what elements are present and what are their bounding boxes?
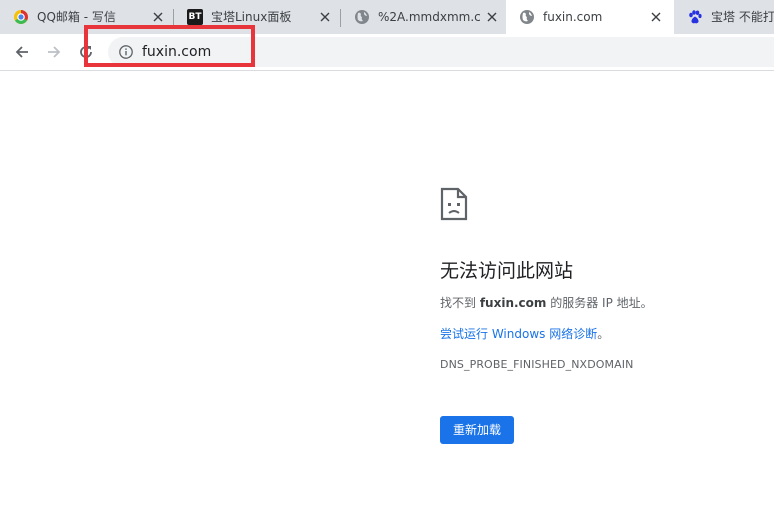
error-description: 找不到 fuxin.com 的服务器 IP 地址。 <box>440 296 653 310</box>
close-icon[interactable] <box>318 10 332 24</box>
tab-strip: QQ邮箱 - 写信 BT 宝塔Linux面板 %2A.mmdxmm.co fux… <box>0 0 774 34</box>
tab-title: 宝塔 不能打开 <box>711 10 774 24</box>
error-page: 无法访问此网站 找不到 fuxin.com 的服务器 IP 地址。 尝试运行 W… <box>0 71 774 511</box>
back-arrow-icon[interactable] <box>10 40 34 64</box>
baidu-paw-icon <box>687 9 703 25</box>
tab-title: fuxin.com <box>543 10 603 24</box>
globe-icon <box>519 9 535 25</box>
error-title: 无法访问此网站 <box>440 260 574 282</box>
network-diagnostics-link[interactable]: 尝试运行 Windows 网络诊断 <box>440 327 597 341</box>
error-code: DNS_PROBE_FINISHED_NXDOMAIN <box>440 358 634 371</box>
tab-title: %2A.mmdxmm.co <box>378 10 481 24</box>
reload-icon[interactable] <box>74 40 98 64</box>
forward-arrow-icon[interactable] <box>42 40 66 64</box>
info-icon[interactable] <box>118 44 134 60</box>
toolbar: fuxin.com <box>0 34 774 71</box>
error-host: fuxin.com <box>479 296 547 310</box>
url-text[interactable]: fuxin.com <box>142 43 211 61</box>
reload-button[interactable]: 重新加载 <box>440 416 514 444</box>
close-icon[interactable] <box>151 10 165 24</box>
bt-panel-icon: BT <box>187 9 203 25</box>
tab-bt-panel[interactable]: BT 宝塔Linux面板 <box>174 0 340 34</box>
tab-qq-mail[interactable]: QQ邮箱 - 写信 <box>0 0 172 34</box>
qq-mail-icon <box>13 9 29 25</box>
tab-baota-search[interactable]: 宝塔 不能打开 <box>674 0 774 34</box>
tab-fuxin[interactable]: fuxin.com <box>506 0 674 34</box>
tab-title: 宝塔Linux面板 <box>211 10 292 24</box>
sad-page-icon <box>440 187 468 221</box>
close-icon[interactable] <box>485 10 499 24</box>
globe-icon <box>354 9 370 25</box>
diagnose-line: 尝试运行 Windows 网络诊断。 <box>440 327 610 341</box>
tab-title: QQ邮箱 - 写信 <box>37 10 116 24</box>
omnibox[interactable]: fuxin.com <box>108 37 774 67</box>
tab-mmdxmm[interactable]: %2A.mmdxmm.co <box>341 0 506 34</box>
close-icon[interactable] <box>649 10 663 24</box>
